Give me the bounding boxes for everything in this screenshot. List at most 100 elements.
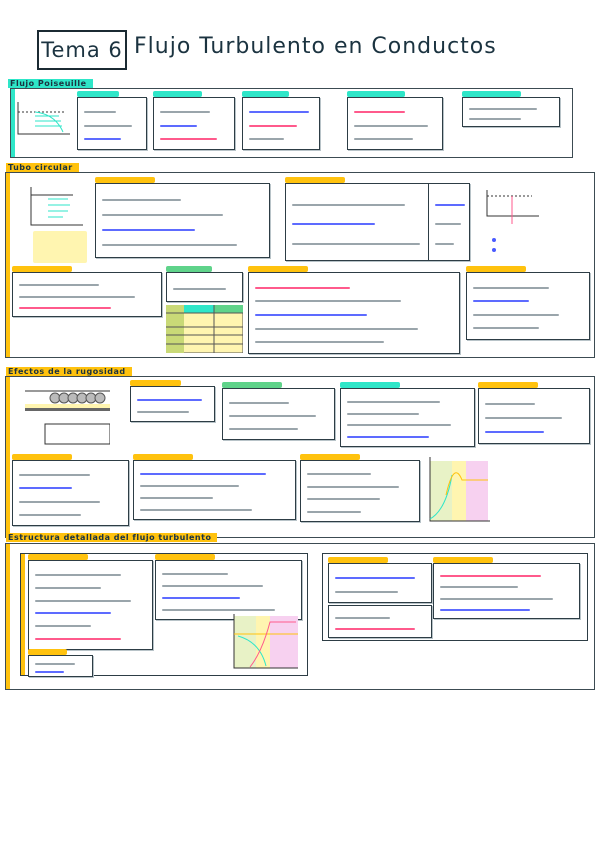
formula-stroke xyxy=(335,577,416,580)
shear-stress-sketch xyxy=(486,190,539,252)
formula-stroke xyxy=(335,617,391,619)
formula-stroke xyxy=(84,111,116,114)
formula-stroke xyxy=(347,424,451,427)
formula-stroke xyxy=(137,411,189,413)
formula-stroke xyxy=(229,402,289,404)
formula-box xyxy=(300,460,420,522)
formula-box xyxy=(428,183,470,261)
formula-stroke xyxy=(485,417,563,419)
formula-box xyxy=(347,97,443,150)
formula-stroke xyxy=(35,663,75,666)
formula-stroke xyxy=(162,597,240,599)
formula-stroke xyxy=(19,500,100,503)
formula-stroke xyxy=(160,124,197,127)
roughness-sketch xyxy=(25,390,110,445)
formula-stroke xyxy=(473,313,559,316)
formula-stroke xyxy=(292,203,405,206)
formula-stroke xyxy=(162,573,229,575)
formula-stroke xyxy=(160,137,217,140)
formula-stroke xyxy=(292,223,376,225)
formula-stroke xyxy=(35,670,65,673)
formula-box xyxy=(433,563,580,619)
formula-stroke xyxy=(473,300,529,303)
formula-box xyxy=(242,97,320,150)
formula-stroke xyxy=(255,300,402,303)
formula-box xyxy=(28,655,93,677)
formula-stroke xyxy=(35,573,122,576)
section-heading-rugosidad: Efectos de la rugosidad xyxy=(6,367,132,376)
section-heading-poiseuille: Flujo Poiseuille xyxy=(8,79,93,88)
formula-box xyxy=(166,272,243,302)
formula-stroke xyxy=(485,431,545,433)
formula-stroke xyxy=(354,111,405,114)
formula-stroke xyxy=(140,497,214,499)
formula-box xyxy=(478,388,590,444)
formula-stroke xyxy=(249,124,297,127)
formula-stroke xyxy=(485,403,536,405)
formula-stroke xyxy=(249,137,285,140)
formula-stroke xyxy=(160,111,211,114)
formula-stroke xyxy=(335,590,399,593)
page-title: Flujo Turbulento en Conductos xyxy=(134,34,497,59)
formula-stroke xyxy=(307,485,400,488)
formula-stroke xyxy=(19,295,135,298)
regions-table xyxy=(166,305,243,353)
formula-box xyxy=(12,272,162,317)
formula-stroke xyxy=(249,111,310,114)
formula-stroke xyxy=(19,513,81,516)
turbulent-regions-chart xyxy=(233,614,298,669)
formula-stroke xyxy=(162,609,276,611)
formula-box xyxy=(95,183,270,258)
formula-stroke xyxy=(35,638,122,641)
formula-box xyxy=(153,97,235,150)
formula-stroke xyxy=(140,485,240,487)
formula-stroke xyxy=(102,244,237,246)
formula-stroke xyxy=(19,474,91,477)
formula-stroke xyxy=(469,108,537,110)
formula-stroke xyxy=(35,599,132,602)
formula-stroke xyxy=(435,242,454,245)
formula-stroke xyxy=(440,575,542,578)
tube-profile-sketch xyxy=(30,187,87,263)
formula-stroke xyxy=(347,400,441,403)
formula-stroke xyxy=(229,428,298,430)
formula-box xyxy=(328,605,432,638)
formula-stroke xyxy=(84,124,133,127)
moody-regime-chart xyxy=(429,457,490,522)
formula-stroke xyxy=(255,327,419,330)
formula-stroke xyxy=(255,341,385,344)
formula-stroke xyxy=(307,473,371,476)
formula-stroke xyxy=(140,473,266,475)
formula-box xyxy=(328,563,432,603)
formula-box xyxy=(28,560,153,650)
formula-stroke xyxy=(440,586,518,589)
formula-box xyxy=(133,460,296,520)
formula-stroke xyxy=(335,628,416,630)
section-heading-tubo-circular: Tubo circular xyxy=(6,163,79,172)
formula-stroke xyxy=(102,229,195,231)
formula-stroke xyxy=(347,412,419,415)
formula-stroke xyxy=(137,399,203,401)
formula-box xyxy=(130,386,215,422)
formula-stroke xyxy=(473,286,549,289)
formula-stroke xyxy=(255,314,368,316)
poiseuille-profile-sketch xyxy=(17,102,70,135)
formula-stroke xyxy=(162,585,264,587)
topic-label: Tema 6 xyxy=(37,30,127,70)
formula-stroke xyxy=(347,436,430,439)
formula-stroke xyxy=(440,597,554,600)
formula-stroke xyxy=(229,415,316,417)
formula-stroke xyxy=(292,242,420,245)
formula-stroke xyxy=(102,199,181,201)
formula-box xyxy=(155,560,302,620)
formula-stroke xyxy=(35,612,112,615)
section-heading-estructura: Estructura detallada del flujo turbulent… xyxy=(6,533,218,542)
formula-stroke xyxy=(473,327,539,330)
formula-box xyxy=(12,460,129,526)
formula-box xyxy=(222,388,335,440)
formula-stroke xyxy=(35,586,102,589)
formula-box xyxy=(340,388,475,447)
formula-box xyxy=(77,97,147,150)
formula-stroke xyxy=(84,137,122,140)
formula-stroke xyxy=(440,608,530,611)
